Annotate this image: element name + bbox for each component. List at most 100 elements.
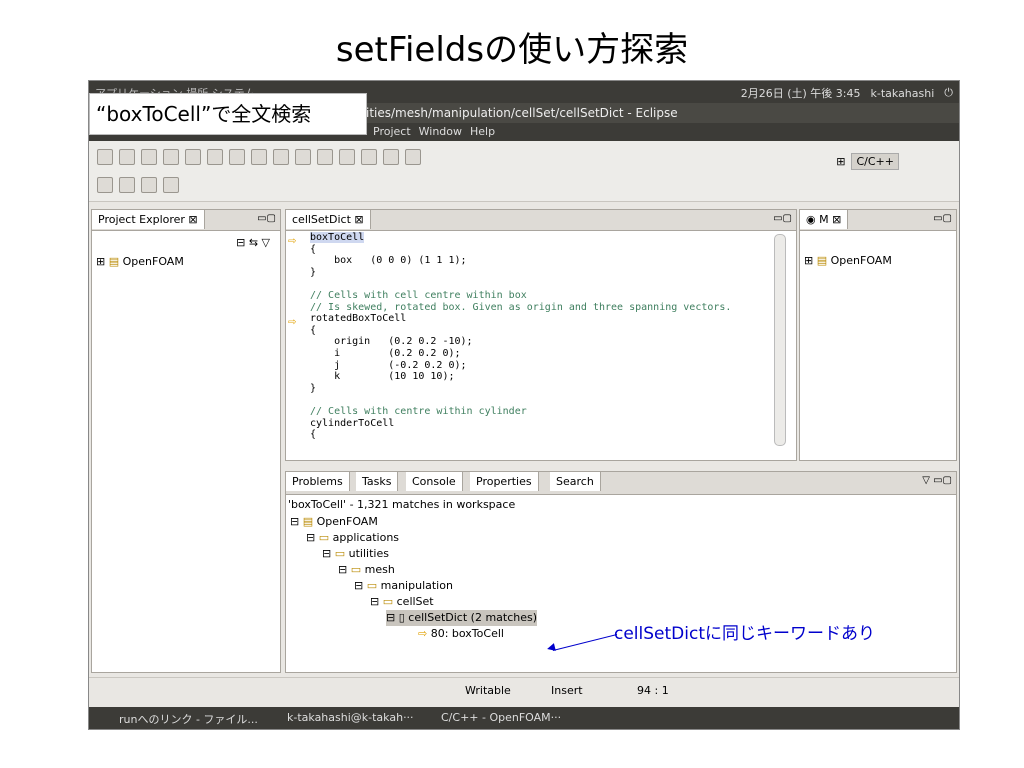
- tab-problems[interactable]: Problems: [286, 472, 350, 491]
- menu-window[interactable]: Window: [419, 125, 462, 138]
- folder-icon: ▭: [366, 579, 378, 592]
- power-icon[interactable]: ⏻: [944, 86, 953, 100]
- search-tree-item[interactable]: ⊟ ▤ OpenFOAM: [290, 514, 378, 530]
- tab-cellsetdict[interactable]: cellSetDict ⊠: [286, 210, 371, 229]
- tab-project-explorer[interactable]: Project Explorer ⊠: [92, 210, 205, 229]
- search-tree-item[interactable]: ⊟ ▭ mesh: [338, 562, 395, 578]
- open-perspective-icon[interactable]: ⊞: [836, 155, 845, 168]
- tab-search[interactable]: Search: [550, 472, 601, 491]
- tab-outline[interactable]: ◉ M ⊠: [800, 210, 849, 229]
- status-position: 94 : 1: [637, 684, 669, 697]
- project-icon: ▤: [816, 254, 828, 267]
- collapse-all-icon[interactable]: ⊟ ⇆ ▽: [236, 236, 270, 249]
- code-line: j (-0.2 0.2 0);: [310, 359, 467, 371]
- tree-item-openfoam[interactable]: ⊞ ▤ OpenFOAM: [96, 254, 184, 270]
- forward-icon[interactable]: [163, 177, 179, 193]
- new-icon[interactable]: [97, 149, 113, 165]
- tab-console[interactable]: Console: [406, 472, 463, 491]
- outline-item-label: OpenFOAM: [830, 254, 892, 267]
- menu-help[interactable]: Help: [470, 125, 495, 138]
- file-icon: ▯: [398, 611, 405, 624]
- prev-annotation-icon[interactable]: [119, 177, 135, 193]
- search-tree-label: mesh: [364, 563, 395, 576]
- search-icon[interactable]: [405, 149, 421, 165]
- tab-properties[interactable]: Properties: [470, 472, 539, 491]
- save-all-icon[interactable]: [141, 149, 157, 165]
- search-tree-label: cellSetDict (2 matches): [408, 611, 538, 624]
- print-icon[interactable]: [163, 149, 179, 165]
- search-tree-item[interactable]: ⊟ ▭ applications: [306, 530, 399, 546]
- project-explorer-tab-label: Project Explorer: [98, 213, 185, 226]
- search-tree-label: OpenFOAM: [316, 515, 378, 528]
- search-tree-item[interactable]: ⊟ ▭ manipulation: [354, 578, 453, 594]
- user-name[interactable]: k-takahashi: [871, 87, 935, 100]
- search-tree-label: manipulation: [380, 579, 453, 592]
- editor-minimize-icon[interactable]: ▭▢: [773, 213, 792, 224]
- search-tree-item[interactable]: ⊟ ▭ cellSet: [370, 594, 434, 610]
- menu-project[interactable]: Project: [373, 125, 411, 138]
- debug-icon[interactable]: [317, 149, 333, 165]
- new-folder-icon[interactable]: [229, 149, 245, 165]
- search-marker-icon: ⇨: [288, 236, 297, 247]
- code-line: i (0.2 0.2 0);: [310, 347, 461, 359]
- tab-tasks[interactable]: Tasks: [356, 472, 399, 491]
- folder-icon: ▭: [350, 563, 362, 576]
- search-match-item[interactable]: ⇨ 80: boxToCell: [418, 626, 504, 642]
- run-icon[interactable]: [339, 149, 355, 165]
- perspective-cpp[interactable]: C/C++: [851, 153, 899, 170]
- code-line: // Cells with cell centre within box: [310, 289, 527, 301]
- taskbar-item-files[interactable]: runへのリンク - ファイル...: [119, 711, 258, 727]
- code-line: k (10 10 10);: [310, 371, 455, 383]
- project-explorer-panel: Project Explorer ⊠ ▭▢ ⊟ ⇆ ▽ ⊞ ▤ OpenFOAM: [91, 209, 281, 673]
- perspective-switcher[interactable]: ⊞ C/C++: [836, 153, 899, 170]
- code-line: }: [310, 382, 317, 394]
- datetime[interactable]: 2月26日 (土) 午後 3:45: [741, 85, 861, 101]
- project-icon: ▤: [302, 515, 314, 528]
- search-summary: 'boxToCell' - 1,321 matches in workspace: [288, 498, 516, 511]
- code-line: {: [310, 429, 317, 441]
- outline-panel: ◉ M ⊠ ▭▢ ⊞ ▤ OpenFOAM: [799, 209, 957, 461]
- code-line: // Is skewed, rotated box. Given as orig…: [310, 301, 732, 313]
- tools-icon[interactable]: [295, 149, 311, 165]
- next-annotation-icon[interactable]: [97, 177, 113, 193]
- external-tools-icon[interactable]: [361, 149, 377, 165]
- folder-icon: ▭: [382, 595, 394, 608]
- open-type-icon[interactable]: [383, 149, 399, 165]
- search-tree-label: utilities: [348, 547, 389, 560]
- code-line: {: [310, 243, 317, 255]
- code-line: box (0 0 0) (1 1 1);: [310, 255, 467, 267]
- back-icon[interactable]: [141, 177, 157, 193]
- slide-title: setFieldsの使い方探索: [335, 30, 689, 70]
- refresh-icon[interactable]: [273, 149, 289, 165]
- outline-minimize-icon[interactable]: ▭▢: [933, 213, 952, 224]
- folder-icon: ▭: [334, 547, 346, 560]
- search-tree-item[interactable]: ⊟ ▭ utilities: [322, 546, 389, 562]
- search-tree-label: cellSet: [396, 595, 434, 608]
- code-line: // Cells with centre within cylinder: [310, 405, 527, 417]
- callout-fulltext-search: “boxToCell”で全文検索: [89, 93, 367, 135]
- taskbar-item-terminal[interactable]: k-takahashi@k-takah···: [287, 711, 414, 724]
- taskbar: runへのリンク - ファイル... k-takahashi@k-takah··…: [89, 707, 959, 729]
- editor-vscrollbar[interactable]: [774, 234, 786, 446]
- status-bar: Writable Insert 94 : 1: [89, 677, 959, 704]
- search-tree-label: applications: [332, 531, 400, 544]
- outline-tab-label: M: [819, 213, 829, 226]
- annotation-cellsetdict: cellSetDictに同じキーワードあり: [614, 624, 875, 644]
- tree-item-label: OpenFOAM: [122, 255, 184, 268]
- code-line: }: [310, 266, 317, 278]
- code-editor[interactable]: boxToCell { box (0 0 0) (1 1 1); } // Ce…: [310, 232, 750, 441]
- taskbar-item-eclipse[interactable]: C/C++ - OpenFOAM···: [441, 711, 561, 724]
- screenshot-frame: アプリケーション 場所 システム 2月26日 (土) 午後 3:45 k-tak…: [88, 80, 960, 730]
- minimize-icon[interactable]: ▭▢: [257, 213, 276, 224]
- main-toolbar: ⊞ C/C++: [89, 141, 959, 202]
- build-icon[interactable]: [185, 149, 201, 165]
- project-icon: ▤: [108, 255, 120, 268]
- folder-icon: ▭: [318, 531, 330, 544]
- search-tree-item-selected[interactable]: ⊟ ▯ cellSetDict (2 matches): [386, 610, 538, 626]
- new-project-icon[interactable]: [207, 149, 223, 165]
- new-file-icon[interactable]: [251, 149, 267, 165]
- save-icon[interactable]: [119, 149, 135, 165]
- bottom-minimize-icon[interactable]: ▽ ▭▢: [922, 475, 952, 486]
- code-line: {: [310, 324, 317, 336]
- outline-item-openfoam[interactable]: ⊞ ▤ OpenFOAM: [804, 254, 892, 267]
